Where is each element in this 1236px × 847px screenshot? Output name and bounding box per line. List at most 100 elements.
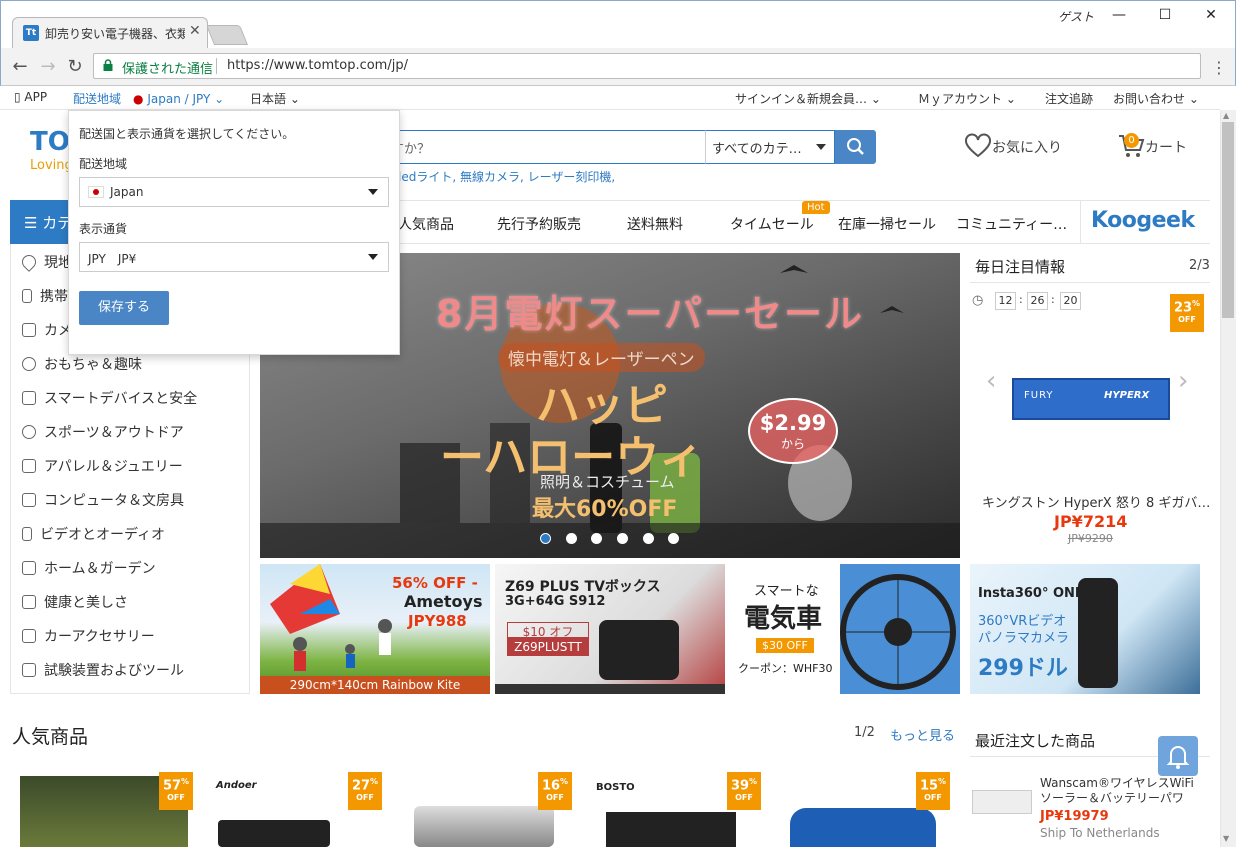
kite-caption: 290cm*140cm Rainbow Kite — [260, 676, 490, 694]
search-button[interactable] — [835, 130, 876, 164]
tab-close-icon[interactable]: ✕ — [189, 23, 201, 39]
browser-tab[interactable]: Tt 卸売り安い電子機器、衣類 ✕ — [12, 17, 208, 48]
nav-time-sale[interactable]: タイムセール — [730, 214, 814, 234]
address-bar[interactable]: 保護された通信 https://www.tomtop.com/jp/ — [93, 53, 1201, 79]
url-text[interactable]: https://www.tomtop.com/jp/ — [227, 58, 408, 73]
nav-preorder[interactable]: 先行予約販売 — [497, 214, 581, 234]
promo-banner-insta360[interactable]: Insta360° ONE 360°VRビデオ パノラマカメラ 299ドル — [970, 564, 1200, 694]
promo-banner-kite[interactable]: 56% OFF - Ametoys JPY988 290cm*140cm Rai… — [260, 564, 490, 694]
carousel-dot[interactable] — [566, 533, 577, 544]
japan-flag-icon — [88, 186, 104, 198]
daily-divider — [970, 282, 1210, 283]
brand-andoer: Andoer — [216, 780, 257, 791]
search-input[interactable]: すか？ — [380, 130, 705, 164]
product-image-action-cam[interactable] — [218, 820, 330, 847]
cart-label: カート — [1145, 140, 1187, 156]
discount-tag: 27% OFF — [348, 772, 382, 810]
signin-link[interactable]: サインイン＆新規会員… ⌄ — [735, 90, 881, 107]
sidebar-item-tools[interactable]: 試験装置およびツール — [22, 660, 184, 680]
product-image-dashcam[interactable] — [790, 808, 936, 847]
forward-icon[interactable]: → — [37, 56, 59, 77]
sidebar-item-local[interactable]: 現地 — [19, 252, 72, 272]
app-link[interactable]: ▯ APP — [14, 90, 47, 104]
popular-title: 人気商品 — [12, 726, 89, 748]
window-close-icon[interactable]: ✕ — [1196, 4, 1226, 26]
daily-discount-value: 23 — [1173, 300, 1193, 316]
sidebar-item-home[interactable]: ホーム＆ガーデン — [22, 558, 156, 578]
promo-banner-ebike[interactable]: スマートな 電気車 $30 OFF クーポン：WHF30 — [730, 564, 960, 694]
product-image-tablet[interactable] — [606, 812, 736, 847]
product-image-security-cam[interactable] — [972, 790, 1032, 814]
daily-prev-icon[interactable]: ‹ — [986, 366, 996, 396]
sidebar-item-mobile[interactable]: 携帯 — [22, 286, 68, 306]
sidebar-item-health[interactable]: 健康と美しさ — [22, 592, 128, 612]
carousel-dot[interactable] — [617, 533, 628, 544]
nav-community[interactable]: コミュニティー… — [956, 214, 1067, 234]
guest-profile[interactable]: ゲスト — [1058, 8, 1094, 25]
hot-keywords[interactable]: ledライト, 無線カメラ, レーザー刻印機, — [398, 168, 615, 185]
save-button[interactable]: 保存する — [79, 291, 169, 325]
heart-icon — [965, 133, 991, 158]
nav-popular[interactable]: 人気商品 — [398, 214, 454, 234]
currency-select[interactable]: JPY JP¥ — [79, 242, 389, 272]
carousel-dot[interactable] — [591, 533, 602, 544]
my-account-link[interactable]: Ｍｙアカウント ⌄ — [918, 90, 1016, 107]
nav-free-shipping[interactable]: 送料無料 — [627, 214, 683, 234]
discount-value: 27 — [351, 778, 371, 794]
site-logo[interactable]: TO — [30, 127, 70, 157]
daily-product-old-price: JP¥9290 — [1068, 532, 1113, 545]
sidebar-item-label: 試験装置およびツール — [44, 663, 184, 679]
order-track-link[interactable]: 注文追跡 — [1045, 90, 1093, 107]
insta-camera-image — [1078, 578, 1118, 688]
daily-product-name[interactable]: キングストン HyperX 怒り 8 ギガバ… — [982, 492, 1210, 511]
notification-button[interactable] — [1158, 736, 1198, 776]
carousel-dot[interactable] — [643, 533, 654, 544]
sidebar-item-video[interactable]: ビデオとオーディオ — [22, 524, 165, 544]
popup-currency-label: 表示通貨 — [79, 222, 128, 236]
insta-brand: Insta360° ONE — [978, 586, 1084, 601]
scrollbar-thumb[interactable] — [1222, 122, 1234, 318]
sidebar-item-apparel[interactable]: アパレル＆ジュエリー — [22, 456, 183, 476]
reload-icon[interactable]: ↻ — [64, 56, 86, 77]
product-image-printer[interactable] — [414, 806, 554, 847]
monitor-icon — [22, 493, 36, 507]
banner-price-bubble: $2.99 から — [748, 398, 838, 464]
sidebar-item-label: コンピュータ＆文房具 — [44, 493, 184, 509]
nav-clearance[interactable]: 在庫一掃セール — [838, 214, 936, 234]
sidebar-item-label: スマートデバイスと安全 — [44, 391, 198, 407]
daily-next-icon[interactable]: › — [1178, 366, 1188, 396]
site-top-nav: ▯ APP 配送地域 ● Japan / JPY ⌄ 日本語 ⌄ サインイン＆新… — [0, 86, 1220, 110]
language-select[interactable]: 日本語 ⌄ — [250, 90, 300, 107]
scroll-up-icon[interactable]: ▲ — [1223, 111, 1229, 120]
sidebar-item-smart[interactable]: スマートデバイスと安全 — [22, 388, 197, 408]
promo-banner-tvbox[interactable]: Z69 PLUS TVボックス 3G+64G S912 $10 オフ Z69PL… — [495, 564, 725, 694]
recent-product-price: JP¥19979 — [1040, 809, 1109, 824]
sidebar-item-camera[interactable]: カメ — [22, 320, 72, 340]
favorites-link[interactable]: お気に入り — [964, 133, 1062, 159]
popular-more-link[interactable]: もっと見る — [890, 725, 955, 744]
country-value: Japan — [110, 185, 144, 199]
koogeek-logo[interactable]: Koogeek — [1080, 200, 1210, 244]
carousel-dot[interactable] — [668, 533, 679, 544]
search-icon — [847, 138, 864, 155]
phone-icon — [22, 289, 32, 303]
sidebar-item-label: ビデオとオーディオ — [40, 527, 166, 543]
discount-tag: 57% OFF — [159, 772, 193, 810]
category-select[interactable]: すべてのカテ… — [705, 130, 835, 164]
sidebar-item-label: アパレル＆ジュエリー — [44, 459, 183, 475]
sidebar-item-toys[interactable]: おもちゃ＆趣味 — [22, 354, 142, 374]
browser-menu-icon[interactable]: ⋮ — [1211, 58, 1227, 77]
maximize-icon[interactable]: ☐ — [1150, 4, 1180, 26]
recent-product-name[interactable]: Wanscam®ワイヤレスWiFi ソーラー＆バッテリーパワ — [1040, 776, 1194, 806]
minimize-icon[interactable]: — — [1104, 4, 1134, 26]
sidebar-item-sports[interactable]: スポーツ＆アウトドア — [22, 422, 184, 442]
product-image-ram[interactable]: FURY HYPERX — [1012, 378, 1170, 420]
sidebar-item-car[interactable]: カーアクセサリー — [22, 626, 155, 646]
country-select[interactable]: Japan — [79, 177, 389, 207]
contact-link[interactable]: お問い合わせ ⌄ — [1113, 90, 1199, 107]
back-icon[interactable]: ← — [9, 56, 31, 77]
ship-region-toggle[interactable]: 配送地域 ● Japan / JPY ⌄ — [73, 90, 224, 107]
scroll-down-icon[interactable]: ▼ — [1223, 834, 1229, 843]
carousel-dot[interactable] — [540, 533, 551, 544]
sidebar-item-computer[interactable]: コンピュータ＆文房具 — [22, 490, 184, 510]
